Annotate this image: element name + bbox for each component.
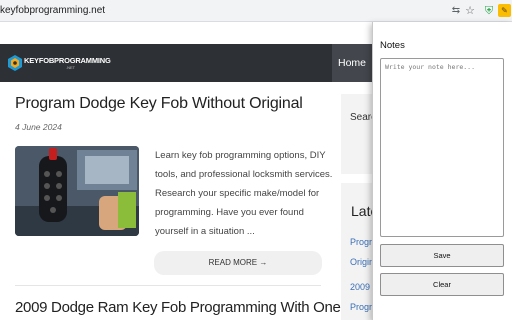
post-title-2[interactable]: 2009 Dodge Ram Key Fob Programming With … (15, 299, 370, 316)
clear-button[interactable]: Clear (380, 273, 504, 296)
sidebar-link[interactable]: Origin (350, 257, 374, 267)
post-divider (15, 285, 321, 286)
site-logo[interactable]: KEYFOBPROGRAMMING .NET (8, 53, 111, 75)
key-icon (8, 55, 22, 71)
logo-text: KEYFOBPROGRAMMING (24, 56, 111, 65)
nav-home[interactable]: Home (332, 44, 372, 82)
note-textarea[interactable] (380, 58, 504, 237)
notes-popup: Notes Save Clear (372, 22, 512, 320)
browser-toolbar: keyfobprogramming.net ⇆ ☆ ⛨ ✎ (0, 0, 512, 22)
post-excerpt: Learn key fob programming options, DIY t… (155, 150, 333, 237)
address-bar-url[interactable]: keyfobprogramming.net (0, 5, 105, 16)
save-button[interactable]: Save (380, 244, 504, 267)
post-thumbnail[interactable] (15, 146, 139, 236)
notes-icon[interactable]: ✎ (498, 4, 511, 17)
star-icon[interactable]: ☆ (463, 4, 477, 18)
translate-icon[interactable]: ⇆ (449, 4, 463, 18)
key-fob-photo (15, 146, 139, 236)
logo-subtext: .NET (66, 65, 76, 70)
read-more-button[interactable]: READ MORE → (154, 251, 322, 275)
post-title[interactable]: Program Dodge Key Fob Without Original (15, 95, 303, 113)
notes-title: Notes (380, 40, 405, 51)
shield-icon[interactable]: ⛨ (482, 4, 496, 18)
post-date: 4 June 2024 (15, 122, 62, 132)
